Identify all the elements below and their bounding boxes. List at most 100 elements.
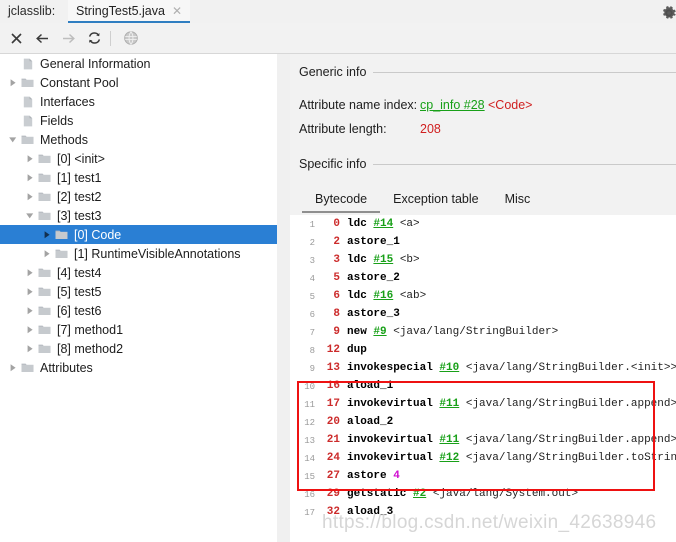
close-icon[interactable]: ✕ — [172, 5, 182, 17]
tree-twisty-collapsed[interactable] — [23, 320, 36, 339]
bytecode-line[interactable]: 10 16 aload_1 — [290, 377, 676, 395]
pane-splitter[interactable] — [277, 54, 290, 542]
cp-ref-link[interactable]: #10 — [439, 362, 459, 374]
bytecode-descriptor: <ab> — [399, 290, 427, 302]
watermark-text: https://blog.csdn.net/weixin_42638946 — [322, 512, 657, 533]
tree-item-4-test4[interactable]: [4] test4 — [0, 263, 277, 282]
bytecode-line[interactable]: 14 24 invokevirtual #12 <java/lang/StringB… — [290, 449, 676, 467]
bytecode-line[interactable]: 15 27 astore 4 — [290, 467, 676, 485]
bytecode-line[interactable]: 9 13 invokespecial #10 <java/lang/StringBu… — [290, 359, 676, 377]
bytecode-line[interactable]: 5 6 ldc #16 <ab> — [290, 287, 676, 305]
detail-tab-misc[interactable]: Misc — [492, 190, 544, 211]
bytecode-line[interactable]: 13 21 invokevirtual #11 <java/lang/StringB… — [290, 431, 676, 449]
tree-item-label: [1] test1 — [57, 170, 102, 185]
tree-item-fields[interactable]: Fields — [0, 111, 277, 130]
attribute-length-value: 208 — [420, 122, 441, 136]
tree-item-interfaces[interactable]: Interfaces — [0, 92, 277, 111]
cp-ref-link[interactable]: #16 — [373, 290, 393, 302]
detail-tab-exception-table[interactable]: Exception table — [380, 190, 491, 211]
tree-twisty-collapsed[interactable] — [23, 282, 36, 301]
tab-title: StringTest5.java — [76, 3, 165, 18]
bytecode-line[interactable]: 8 12 dup — [290, 341, 676, 359]
tree-item-label: [5] test5 — [57, 284, 102, 299]
gear-icon[interactable] — [660, 4, 676, 22]
reload-button[interactable] — [84, 29, 104, 47]
bytecode-instruction: invokevirtual #12 <java/lang/StringBuild… — [347, 452, 676, 464]
browse-icon — [121, 29, 141, 47]
bytecode-instruction: astore_2 — [347, 272, 400, 284]
bytecode-offset: 21 — [326, 434, 340, 446]
class-structure-tree[interactable]: General Information Constant Pool Interfac… — [0, 54, 277, 542]
detail-tab-bytecode[interactable]: Bytecode — [302, 190, 381, 213]
tree-item-5-test5[interactable]: [5] test5 — [0, 282, 277, 301]
tree-twisty-expanded[interactable] — [23, 206, 36, 225]
tree-item-label: [0] Code — [74, 227, 122, 242]
tree-item-7-method1[interactable]: [7] method1 — [0, 320, 277, 339]
tree-twisty-collapsed[interactable] — [23, 149, 36, 168]
bytecode-descriptor: <java/lang/StringBuilder.<init>> — [465, 362, 676, 374]
tab-stringtest5-java[interactable]: StringTest5.java ✕ — [68, 0, 190, 23]
bytecode-instruction: invokevirtual #11 <java/lang/StringBuild… — [347, 434, 676, 446]
bytecode-line[interactable]: 16 29 getstatic #2 <java/lang/System.out> — [290, 485, 676, 503]
line-number: 10 — [304, 382, 315, 392]
file-icon — [19, 54, 36, 73]
tree-item-constant-pool[interactable]: Constant Pool — [0, 73, 277, 92]
bytecode-line[interactable]: 11 17 invokevirtual #11 <java/lang/StringB… — [290, 395, 676, 413]
bytecode-instruction: getstatic #2 <java/lang/System.out> — [347, 488, 579, 500]
bytecode-offset: 9 — [333, 326, 340, 338]
bytecode-line[interactable]: 3 3 ldc #15 <b> — [290, 251, 676, 269]
tree-twisty-collapsed[interactable] — [23, 301, 36, 320]
bytecode-line[interactable]: 1 0 ldc #14 <a> — [290, 215, 676, 233]
bytecode-offset: 0 — [333, 218, 340, 230]
bytecode-instruction: new #9 <java/lang/StringBuilder> — [347, 326, 559, 338]
cp-ref-link[interactable]: #15 — [373, 254, 393, 266]
bytecode-listing[interactable]: 1 0 ldc #14 <a> 2 2 astore_1 3 3 ldc #15 <b> 4 5 as… — [290, 215, 676, 542]
cp-ref-link[interactable]: #9 — [373, 326, 386, 338]
cp-ref-link[interactable]: #14 — [373, 218, 393, 230]
tree-twisty-collapsed[interactable] — [23, 168, 36, 187]
tree-twisty-collapsed[interactable] — [6, 73, 19, 92]
tree-item-1-test1[interactable]: [1] test1 — [0, 168, 277, 187]
tree-item-label: [6] test6 — [57, 303, 102, 318]
folder-icon — [36, 263, 53, 282]
tree-twisty-collapsed[interactable] — [40, 225, 53, 244]
tree-twisty-collapsed[interactable] — [23, 339, 36, 358]
tree-item-8-method2[interactable]: [8] method2 — [0, 339, 277, 358]
back-button[interactable] — [32, 29, 52, 47]
tree-twisty-expanded[interactable] — [6, 130, 19, 149]
bytecode-line[interactable]: 12 20 aload_2 — [290, 413, 676, 431]
folder-icon — [53, 244, 70, 263]
tree-twisty-collapsed[interactable] — [23, 263, 36, 282]
tree-item-6-test6[interactable]: [6] test6 — [0, 301, 277, 320]
tree-item-1-runtimevisibleannotations[interactable]: [1] RuntimeVisibleAnnotations — [0, 244, 277, 263]
line-number: 5 — [309, 292, 315, 302]
tree-item-label: [8] method2 — [57, 341, 124, 356]
tree-item-attributes[interactable]: Attributes — [0, 358, 277, 377]
tree-item-3-test3[interactable]: [3] test3 — [0, 206, 277, 225]
bytecode-offset: 6 — [333, 290, 340, 302]
cp-info-link[interactable]: cp_info #28 — [420, 98, 485, 112]
line-number: 2 — [309, 238, 315, 248]
bytecode-line[interactable]: 2 2 astore_1 — [290, 233, 676, 251]
cp-ref-link[interactable]: #2 — [413, 488, 426, 500]
bytecode-instruction: invokevirtual #11 <java/lang/StringBuild… — [347, 398, 676, 410]
cp-ref-link[interactable]: #11 — [439, 434, 459, 446]
bytecode-descriptor: <java/lang/System.out> — [432, 488, 579, 500]
tree-item-2-test2[interactable]: [2] test2 — [0, 187, 277, 206]
section-divider — [373, 163, 676, 165]
bytecode-line[interactable]: 6 8 astore_3 — [290, 305, 676, 323]
bytecode-line[interactable]: 7 9 new #9 <java/lang/StringBuilder> — [290, 323, 676, 341]
tree-item-label: [3] test3 — [57, 208, 102, 223]
cp-ref-link[interactable]: #12 — [439, 452, 459, 464]
close-button[interactable] — [6, 29, 26, 47]
tree-twisty-collapsed[interactable] — [6, 358, 19, 377]
tree-item-methods[interactable]: Methods — [0, 130, 277, 149]
tree-item-general-information[interactable]: General Information — [0, 54, 277, 73]
cp-ref-link[interactable]: #11 — [439, 398, 459, 410]
bytecode-line[interactable]: 4 5 astore_2 — [290, 269, 676, 287]
tree-twisty-collapsed[interactable] — [23, 187, 36, 206]
tree-item-0-init[interactable]: [0] <init> — [0, 149, 277, 168]
tree-item-0-code[interactable]: [0] Code — [0, 225, 277, 244]
attribute-name-index-row: Attribute name index: — [299, 98, 417, 112]
tree-twisty-collapsed[interactable] — [40, 244, 53, 263]
